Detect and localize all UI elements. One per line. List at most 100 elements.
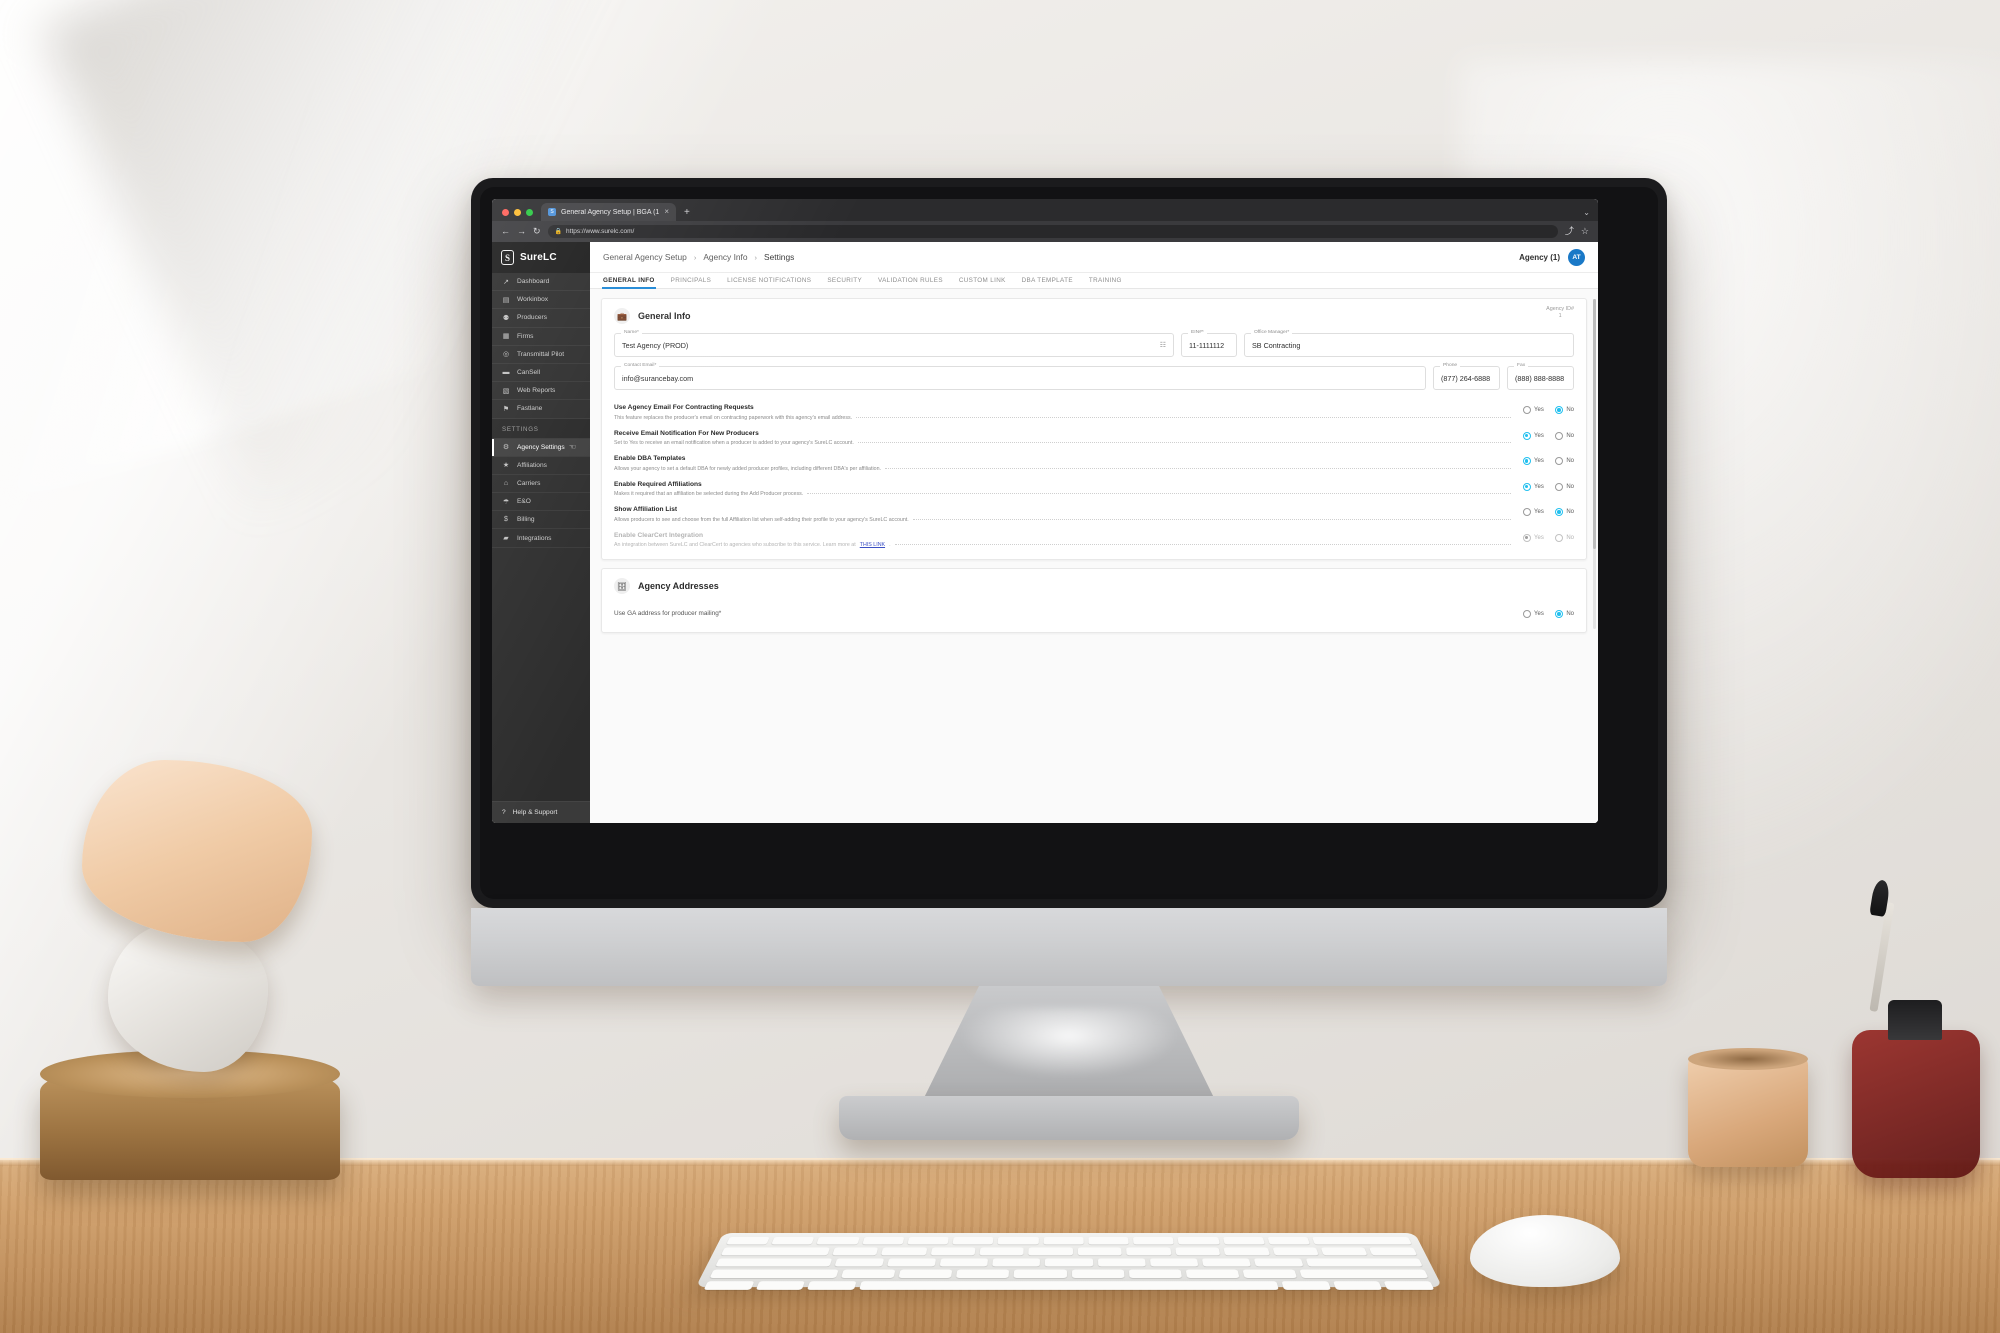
- key[interactable]: [952, 1236, 994, 1245]
- radio-yes[interactable]: Yes: [1522, 610, 1544, 618]
- tab-security[interactable]: SECURITY: [827, 273, 862, 289]
- sidebar-item-cansell[interactable]: ▬ CanSell: [492, 364, 590, 383]
- key[interactable]: [840, 1269, 896, 1278]
- yes-no-radio-group[interactable]: Yes No: [1522, 608, 1574, 618]
- key[interactable]: [898, 1269, 953, 1278]
- key[interactable]: [881, 1247, 927, 1256]
- back-icon[interactable]: ←: [501, 227, 510, 236]
- key[interactable]: [709, 1269, 839, 1278]
- forward-icon[interactable]: →: [517, 227, 526, 236]
- share-icon[interactable]: ⤴: [1565, 227, 1574, 236]
- ein-field[interactable]: EIN#* 11-1111112: [1181, 330, 1237, 357]
- sidebar-item-dashboard[interactable]: ↗ Dashboard: [492, 273, 590, 292]
- brand-logo[interactable]: S SureLC: [492, 242, 590, 273]
- sidebar-item-web-reports[interactable]: ▧ Web Reports: [492, 382, 590, 401]
- key[interactable]: [1149, 1258, 1199, 1267]
- close-tab-icon[interactable]: ×: [664, 208, 669, 216]
- key[interactable]: [1201, 1258, 1251, 1267]
- key[interactable]: [1305, 1258, 1423, 1267]
- key[interactable]: [1272, 1247, 1319, 1256]
- keyboard[interactable]: [695, 1232, 1443, 1290]
- spacebar[interactable]: [859, 1281, 1279, 1290]
- key[interactable]: [1369, 1247, 1418, 1256]
- tab-training[interactable]: TRAINING: [1089, 273, 1122, 289]
- vertical-scrollbar[interactable]: [1593, 299, 1596, 629]
- key[interactable]: [1097, 1258, 1146, 1267]
- key[interactable]: [1071, 1269, 1125, 1278]
- key[interactable]: [1185, 1269, 1240, 1278]
- contact-email-field[interactable]: Contact Email* info@surancebay.com: [614, 363, 1426, 390]
- maximize-window-button[interactable]: [526, 209, 533, 216]
- tab-principals[interactable]: PRINCIPALS: [671, 273, 711, 289]
- radio-no[interactable]: No: [1554, 482, 1574, 491]
- key[interactable]: [1133, 1236, 1175, 1245]
- breadcrumb-item-1[interactable]: General Agency Setup: [603, 252, 687, 262]
- sidebar-item-producers[interactable]: ⚉ Producers: [492, 309, 590, 328]
- yes-no-radio-group[interactable]: Yes No: [1522, 404, 1574, 414]
- tab-list-chevron-icon[interactable]: ⌄: [1575, 208, 1598, 221]
- key[interactable]: [703, 1281, 755, 1290]
- key[interactable]: [1126, 1247, 1172, 1256]
- reload-icon[interactable]: ↻: [533, 227, 541, 236]
- radio-yes[interactable]: Yes: [1522, 508, 1544, 516]
- tab-general-info[interactable]: GENERAL INFO: [602, 273, 656, 289]
- key[interactable]: [887, 1258, 937, 1267]
- help-and-support-button[interactable]: ? Help & Support: [492, 801, 590, 823]
- avatar[interactable]: AT: [1568, 248, 1585, 266]
- key[interactable]: [862, 1236, 905, 1245]
- key[interactable]: [1043, 1236, 1084, 1245]
- key[interactable]: [816, 1236, 860, 1245]
- key[interactable]: [715, 1258, 833, 1267]
- radio-no[interactable]: No: [1554, 431, 1574, 440]
- tab-custom-link[interactable]: CUSTOM LINK: [959, 273, 1006, 289]
- key[interactable]: [1223, 1247, 1270, 1256]
- yes-no-radio-group[interactable]: Yes No: [1522, 481, 1574, 491]
- radio-yes[interactable]: Yes: [1522, 457, 1544, 465]
- sidebar-item-billing[interactable]: $ Billing: [492, 511, 590, 530]
- key[interactable]: [1174, 1247, 1221, 1256]
- fax-field[interactable]: Fax (888) 888-8888: [1507, 363, 1574, 390]
- sidebar-item-workinbox[interactable]: ▤ Workinbox: [492, 291, 590, 310]
- key[interactable]: [979, 1247, 1025, 1256]
- key[interactable]: [1045, 1258, 1093, 1267]
- sidebar-item-integrations[interactable]: ▰ Integrations: [492, 529, 590, 548]
- sidebar-item-eo[interactable]: ☂ E&O: [492, 493, 590, 512]
- phone-field[interactable]: Phone (877) 264-6888: [1433, 363, 1500, 390]
- key[interactable]: [831, 1247, 879, 1256]
- key[interactable]: [1332, 1281, 1383, 1290]
- office-manager-field[interactable]: Office Manager* SB Contracting: [1244, 330, 1574, 357]
- key[interactable]: [1028, 1247, 1073, 1256]
- key[interactable]: [1320, 1247, 1368, 1256]
- key[interactable]: [1088, 1236, 1129, 1245]
- sidebar-item-agency-settings[interactable]: ⚙ Agency Settings ☜: [492, 438, 590, 457]
- key[interactable]: [1299, 1269, 1429, 1278]
- key[interactable]: [1177, 1236, 1220, 1245]
- address-bar[interactable]: 🔒 https://www.surelc.com/: [547, 225, 1558, 238]
- key[interactable]: [720, 1247, 830, 1256]
- radio-yes[interactable]: Yes: [1522, 431, 1544, 440]
- key[interactable]: [755, 1281, 806, 1290]
- agency-selector-label[interactable]: Agency (1): [1519, 253, 1560, 262]
- key[interactable]: [1222, 1236, 1265, 1245]
- window-traffic-lights[interactable]: [500, 209, 541, 221]
- key[interactable]: [1013, 1269, 1067, 1278]
- key[interactable]: [834, 1258, 885, 1267]
- settings-scroll-area[interactable]: 💼 General Info Agency ID# 1 Name* Test A…: [590, 289, 1598, 823]
- key[interactable]: [1267, 1236, 1310, 1245]
- key[interactable]: [997, 1236, 1039, 1245]
- yes-no-radio-group[interactable]: Yes No: [1522, 506, 1574, 516]
- tab-validation-rules[interactable]: VALIDATION RULES: [878, 273, 943, 289]
- tab-dba-template[interactable]: DBA TEMPLATE: [1022, 273, 1073, 289]
- key[interactable]: [1128, 1269, 1182, 1278]
- key[interactable]: [1384, 1281, 1435, 1290]
- key[interactable]: [907, 1236, 950, 1245]
- key[interactable]: [807, 1281, 857, 1290]
- key[interactable]: [771, 1236, 815, 1245]
- key[interactable]: [1312, 1236, 1412, 1245]
- new-tab-button[interactable]: +: [676, 207, 698, 221]
- copy-icon[interactable]: ☷: [1160, 341, 1166, 349]
- this-link-link[interactable]: THIS LINK: [860, 542, 885, 548]
- yes-no-radio-group[interactable]: Yes No: [1522, 430, 1574, 440]
- sidebar-item-transmittal-pilot[interactable]: ◎ Transmittal Pilot: [492, 346, 590, 364]
- radio-yes[interactable]: Yes: [1522, 482, 1544, 491]
